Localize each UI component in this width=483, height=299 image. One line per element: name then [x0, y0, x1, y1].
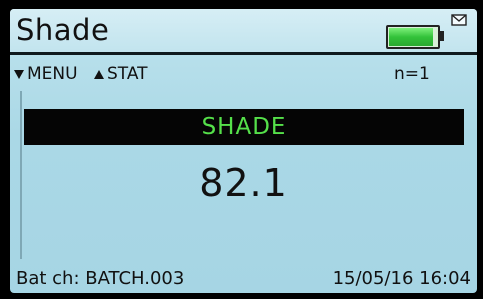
device-frame: Shade MENU STAT n=1 SHADE 82.1 Bat ch: B…: [0, 0, 483, 299]
envelope-icon: [451, 14, 467, 26]
stat-softkey[interactable]: STAT: [94, 64, 148, 84]
softkey-row: MENU STAT n=1: [10, 55, 477, 91]
batch-name: Bat ch: BATCH.003: [16, 268, 185, 289]
battery-level-fill: [389, 28, 433, 46]
measurement-label: SHADE: [201, 114, 287, 140]
measurement-label-bar: SHADE: [24, 109, 464, 145]
menu-softkey[interactable]: MENU: [14, 64, 78, 84]
battery-icon: [386, 25, 440, 49]
title-bar: Shade: [10, 9, 477, 52]
device-screen: Shade MENU STAT n=1 SHADE 82.1 Bat ch: B…: [10, 9, 477, 293]
triangle-up-icon: [94, 69, 104, 79]
status-footer: Bat ch: BATCH.003 15/05/16 16:04: [10, 263, 477, 293]
date-time: 15/05/16 16:04: [332, 268, 471, 289]
page-title: Shade: [16, 13, 110, 47]
stat-label: STAT: [107, 64, 148, 84]
measurement-value: 82.1: [199, 161, 288, 205]
triangle-down-icon: [14, 69, 24, 79]
battery-tip: [439, 31, 444, 41]
menu-label: MENU: [27, 64, 78, 84]
sample-count: n=1: [394, 64, 430, 84]
